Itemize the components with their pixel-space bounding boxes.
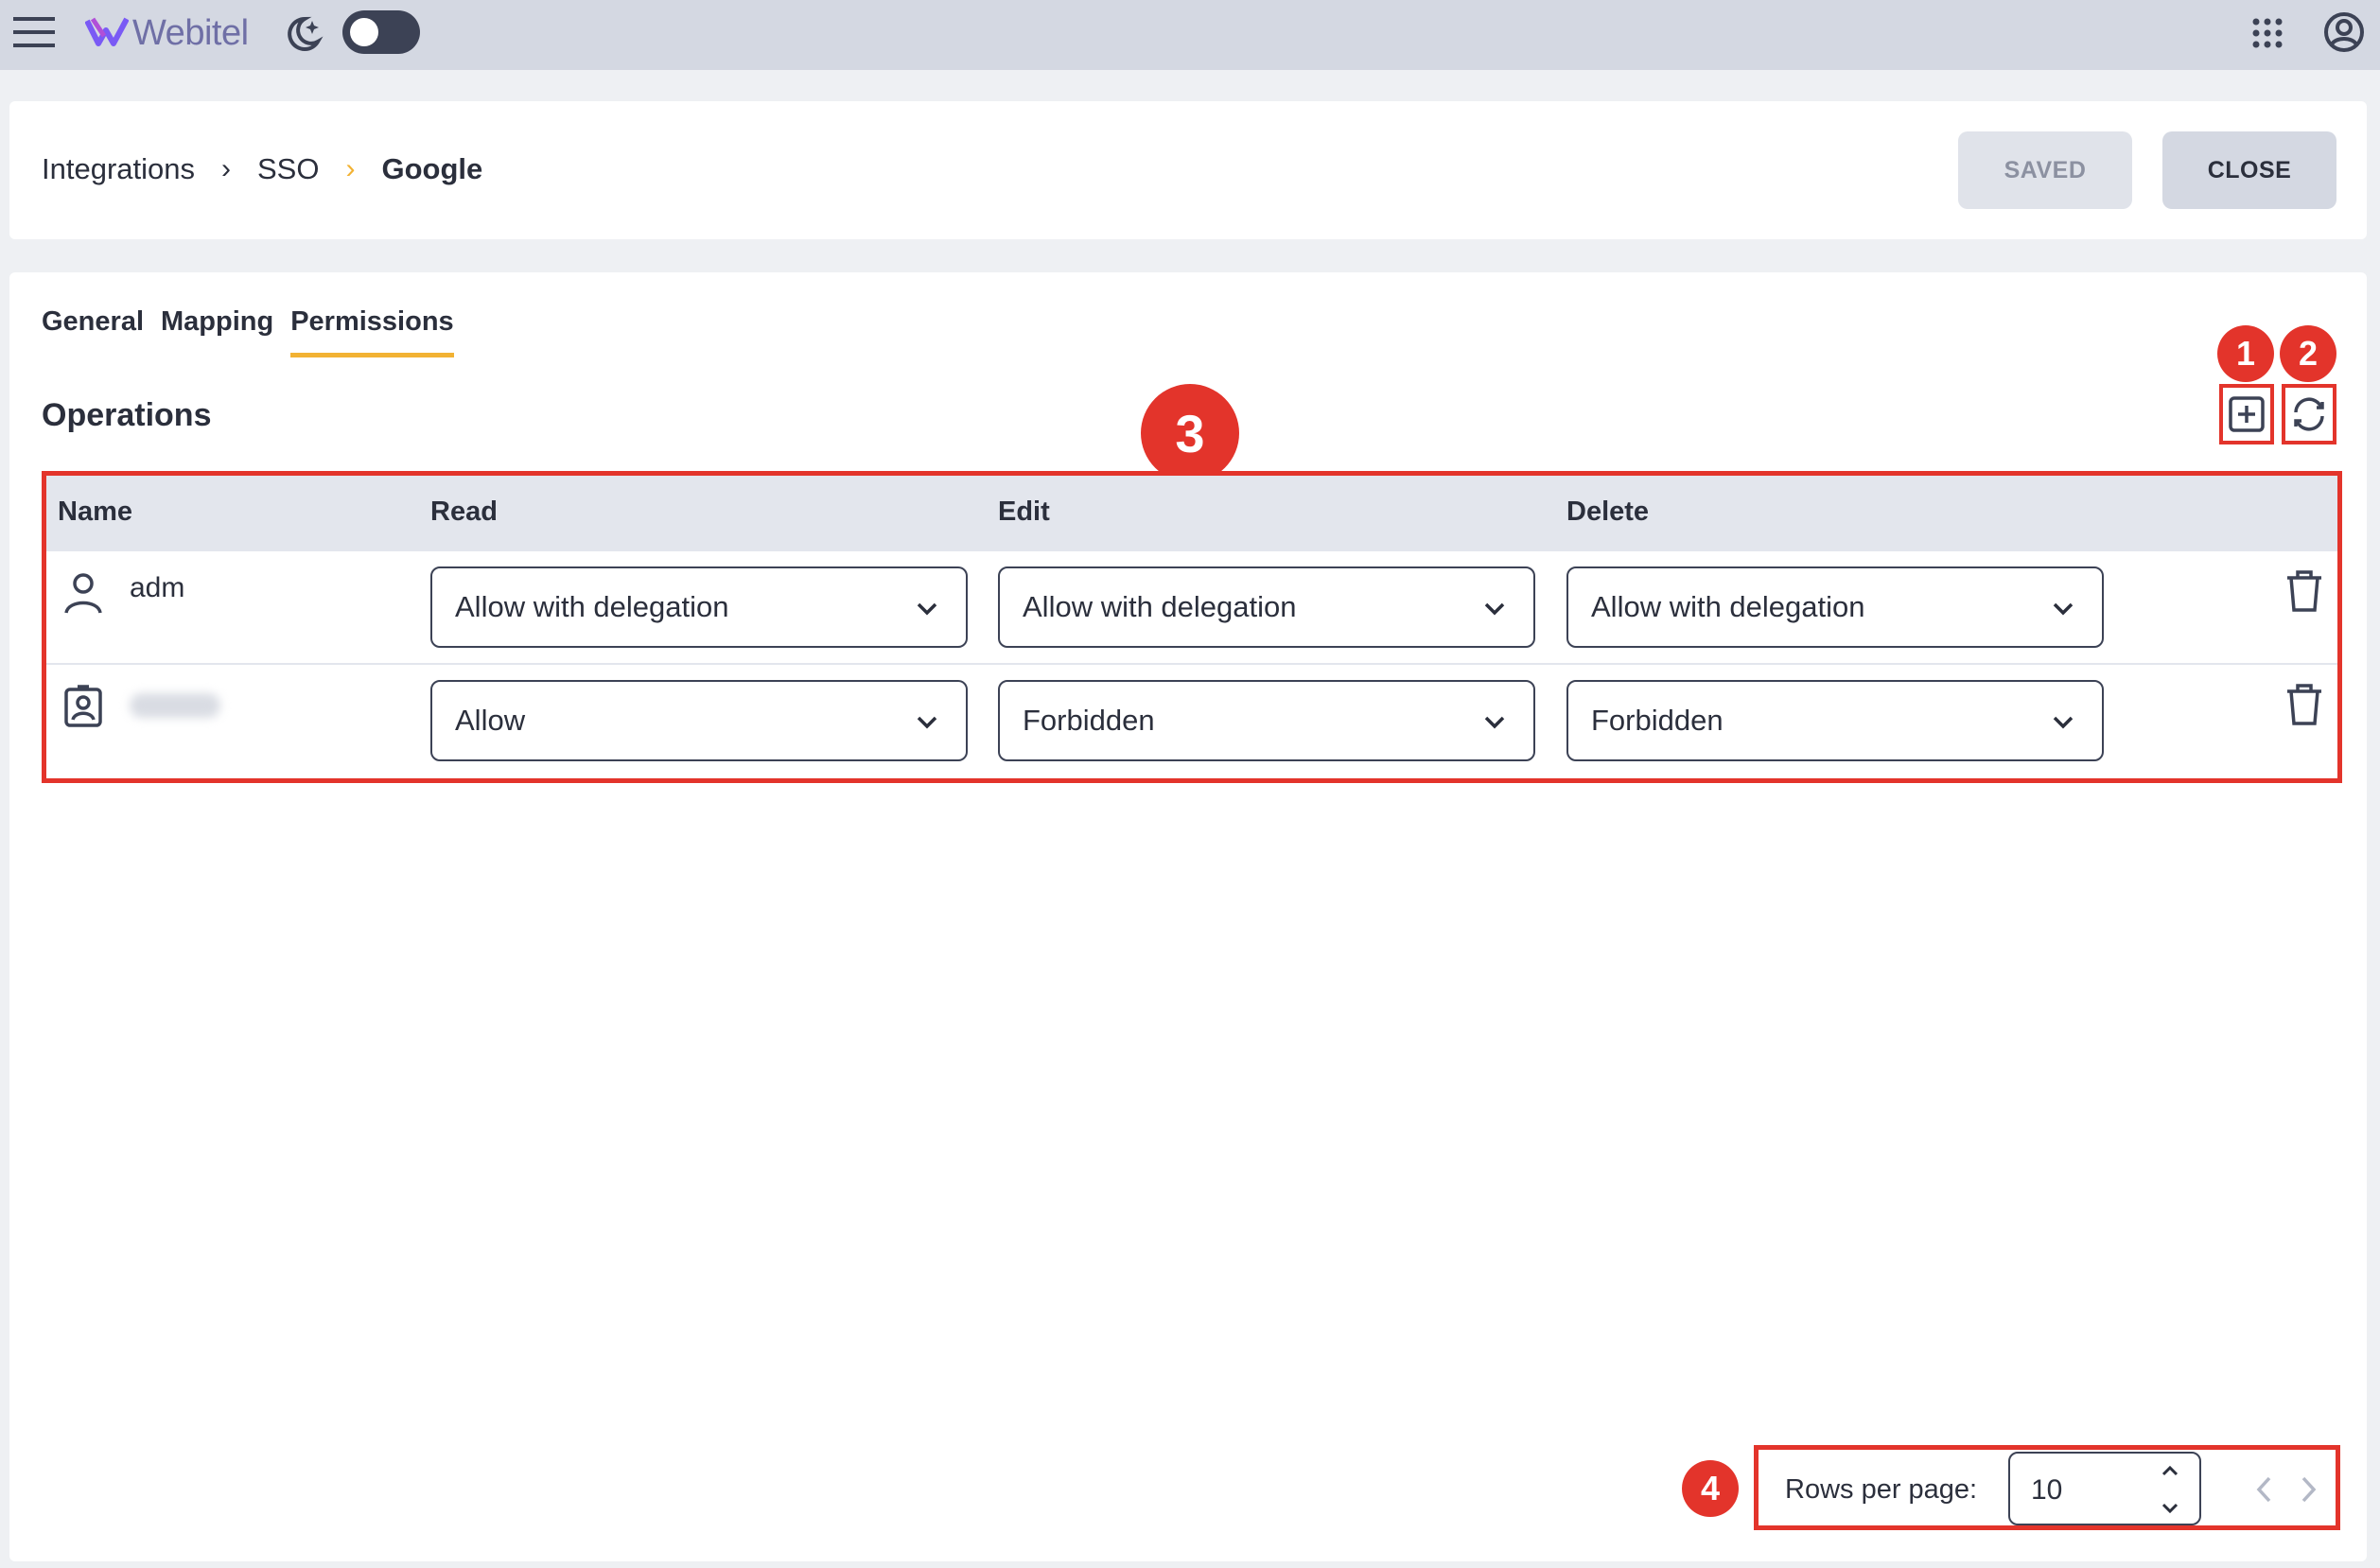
pagination: Rows per page: 10 (1754, 1445, 2340, 1530)
row-name-redacted (130, 693, 220, 718)
refresh-button[interactable] (2282, 384, 2336, 444)
top-bar: Webitel (0, 0, 2380, 70)
select-value: Allow with delegation (1023, 590, 1297, 623)
trash-icon[interactable] (2283, 566, 2326, 614)
chevron-down-icon (1484, 602, 1505, 616)
add-box-icon (2229, 396, 2265, 432)
edit-select[interactable]: Forbidden (998, 680, 1535, 761)
apps-grid-icon[interactable] (2251, 17, 2284, 49)
breadcrumb-separator: › (221, 153, 231, 184)
chevron-left-icon[interactable] (2250, 1472, 2279, 1507)
read-select[interactable]: Allow (430, 680, 968, 761)
moon-stars-icon[interactable] (282, 13, 324, 55)
refresh-icon (2294, 397, 2324, 431)
breadcrumb-current: Google (381, 152, 483, 185)
select-value: Forbidden (1023, 704, 1155, 737)
marker-1: 1 (2217, 325, 2274, 382)
breadcrumb-separator: › (345, 153, 356, 184)
header-panel: Integrations › SSO › Google SAVED CLOSE (9, 101, 2367, 239)
tab-mapping[interactable]: Mapping (161, 306, 273, 357)
stepper-icon[interactable] (2158, 1461, 2182, 1518)
webitel-logo-icon (84, 15, 130, 53)
select-value: Allow (455, 704, 526, 737)
select-value: Allow with delegation (1591, 590, 1865, 623)
chevron-down-icon (2053, 602, 2074, 616)
breadcrumb-integrations[interactable]: Integrations (42, 152, 195, 186)
section-title: Operations (42, 397, 212, 433)
column-header-read: Read (430, 497, 498, 527)
close-button[interactable]: CLOSE (2162, 131, 2336, 209)
breadcrumb-sso[interactable]: SSO (257, 152, 319, 186)
read-select[interactable]: Allow with delegation (430, 566, 968, 648)
column-header-name: Name (58, 497, 132, 527)
add-button[interactable] (2219, 384, 2274, 444)
select-value: Forbidden (1591, 704, 1724, 737)
chevron-right-icon[interactable] (2294, 1472, 2322, 1507)
select-value: Allow with delegation (455, 590, 729, 623)
column-header-delete: Delete (1566, 497, 1650, 527)
rows-per-page-label: Rows per page: (1785, 1474, 1978, 1505)
marker-4: 4 (1682, 1460, 1739, 1517)
rows-per-page-value: 10 (2031, 1474, 2063, 1506)
tab-general[interactable]: General (42, 306, 144, 357)
content-panel: General Mapping Permissions Operations 1… (9, 272, 2367, 1561)
saved-button[interactable]: SAVED (1958, 131, 2132, 209)
user-icon (61, 568, 105, 618)
account-circle-icon[interactable] (2323, 11, 2365, 53)
marker-3: 3 (1141, 384, 1239, 482)
chevron-down-icon (917, 716, 937, 729)
logo-text: Webitel (132, 13, 249, 53)
tabs: General Mapping Permissions (42, 306, 454, 357)
table-header: Name Read Edit Delete (46, 476, 2337, 551)
breadcrumb: Integrations › SSO › Google (42, 152, 482, 186)
tab-permissions[interactable]: Permissions (290, 306, 454, 357)
edit-select[interactable]: Allow with delegation (998, 566, 1535, 648)
column-header-edit: Edit (998, 497, 1050, 527)
rows-per-page-input[interactable]: 10 (2008, 1452, 2201, 1525)
table-row: Allow Forbidden Forbidden (46, 665, 2337, 778)
row-name: adm (130, 572, 185, 603)
chevron-down-icon (1484, 716, 1505, 729)
chevron-down-icon (2053, 716, 2074, 729)
theme-toggle[interactable] (342, 10, 420, 54)
chevron-down-icon (917, 602, 937, 616)
hamburger-icon[interactable] (13, 13, 55, 51)
badge-icon (61, 682, 105, 731)
toggle-knob (350, 18, 378, 46)
trash-icon[interactable] (2283, 680, 2326, 727)
marker-2: 2 (2280, 325, 2336, 382)
delete-select[interactable]: Forbidden (1566, 680, 2104, 761)
permissions-table: Name Read Edit Delete adm Allow with del… (42, 471, 2342, 783)
delete-select[interactable]: Allow with delegation (1566, 566, 2104, 648)
table-row: adm Allow with delegation Allow with del… (46, 551, 2337, 665)
